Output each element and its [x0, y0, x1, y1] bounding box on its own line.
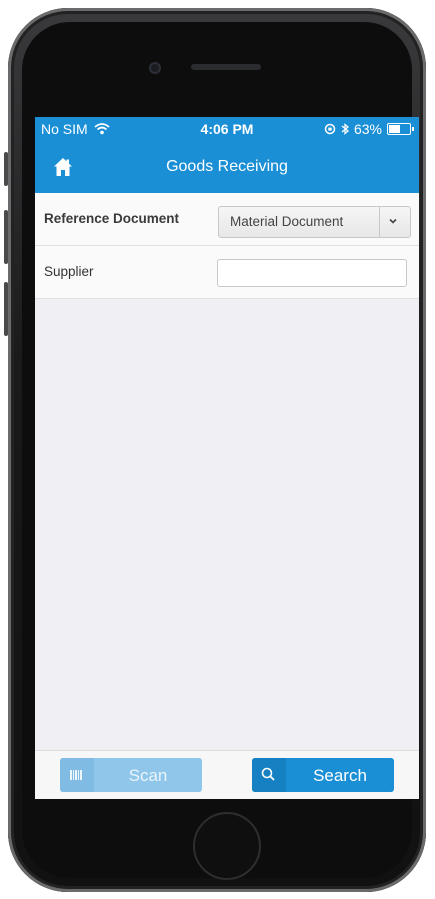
- status-bar: No SIM 4:06 PM 63%: [35, 117, 419, 141]
- search-icon: [261, 767, 275, 781]
- supplier-row: Supplier: [35, 246, 419, 299]
- supplier-input[interactable]: [217, 259, 407, 287]
- scan-label: Scan: [128, 766, 168, 785]
- scan-icon-cell: [60, 758, 94, 792]
- search-icon-cell: [252, 758, 286, 792]
- mute-switch: [4, 152, 8, 186]
- search-label: Search: [313, 766, 367, 785]
- reference-document-row: Reference Document Material Document: [35, 193, 419, 246]
- battery-fill: [389, 125, 400, 133]
- home-button[interactable]: [193, 812, 261, 880]
- dropdown-toggle[interactable]: [379, 207, 410, 237]
- reference-document-label: Reference Document: [44, 211, 180, 226]
- nav-bar: Goods Receiving: [35, 141, 419, 193]
- barcode-icon: [70, 770, 82, 780]
- status-icons: 63%: [324, 121, 414, 137]
- scan-button[interactable]: Scan: [60, 758, 202, 792]
- search-button[interactable]: Search: [252, 758, 394, 792]
- page-title: Goods Receiving: [166, 158, 288, 175]
- volume-up-button: [4, 210, 8, 264]
- orientation-lock-icon: [324, 123, 336, 135]
- front-camera: [149, 62, 161, 74]
- app-screen: No SIM 4:06 PM 63% Goods Receiving Refer…: [35, 117, 419, 799]
- bluetooth-icon: [341, 123, 349, 135]
- chevron-down-icon: [389, 218, 397, 224]
- battery-icon: [387, 123, 414, 135]
- supplier-label: Supplier: [44, 264, 94, 279]
- bottom-toolbar: Scan Search: [35, 750, 419, 799]
- battery-percent: 63%: [353, 121, 382, 137]
- volume-down-button: [4, 282, 8, 336]
- reference-document-value: Material Document: [230, 214, 344, 229]
- reference-document-select[interactable]: Material Document: [218, 206, 411, 238]
- earpiece-speaker: [191, 64, 261, 70]
